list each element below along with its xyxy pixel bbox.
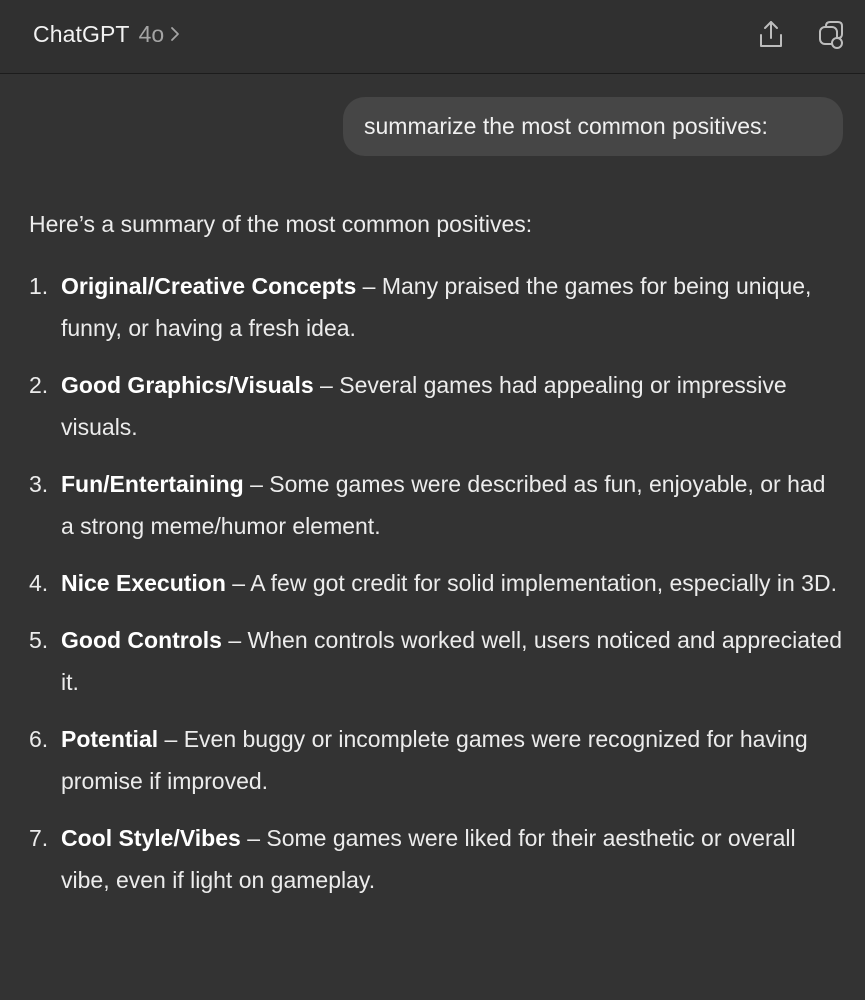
list-item: 6. Potential – Even buggy or incomplete g… xyxy=(29,718,844,802)
list-item-number: 5. xyxy=(29,627,49,653)
positives-list: 1. Original/Creative Concepts – Many prai… xyxy=(29,265,844,901)
list-item: 7. Cool Style/Vibes – Some games were lik… xyxy=(29,817,844,901)
app-name: ChatGPT xyxy=(33,20,130,47)
list-item-number: 6. xyxy=(29,726,49,752)
new-chat-icon xyxy=(814,18,846,50)
list-item-title: Fun/Entertaining xyxy=(61,471,244,497)
list-item-number: 7. xyxy=(29,825,49,851)
list-item: 3. Fun/Entertaining – Some games were des… xyxy=(29,463,844,547)
model-selector[interactable]: ChatGPT 4o xyxy=(33,18,181,50)
list-item-title: Good Controls xyxy=(61,627,222,653)
list-item-number: 4. xyxy=(29,570,49,596)
share-icon xyxy=(757,19,785,49)
model-name: 4o xyxy=(138,20,165,47)
list-item: 1. Original/Creative Concepts – Many prai… xyxy=(29,265,844,349)
list-item-title: Original/Creative Concepts xyxy=(61,273,357,299)
list-item-title: Nice Execution xyxy=(61,570,226,596)
list-item: 4. Nice Execution – A few got credit for … xyxy=(29,562,844,604)
list-item-title: Good Graphics/Visuals xyxy=(61,372,314,398)
chevron-right-icon xyxy=(169,25,181,43)
list-item-number: 2. xyxy=(29,372,49,398)
list-item-number: 3. xyxy=(29,471,49,497)
assistant-intro: Here’s a summary of the most common posi… xyxy=(29,211,533,237)
list-item-title: Potential xyxy=(61,726,159,752)
list-item-title: Cool Style/Vibes xyxy=(61,825,241,851)
list-item-text: – A few got credit for solid implementat… xyxy=(225,570,837,596)
assistant-message: Here’s a summary of the most common posi… xyxy=(29,203,844,901)
list-item: 5. Good Controls – When controls worked w… xyxy=(29,619,844,703)
user-message-text: summarize the most common positives: xyxy=(364,113,768,139)
share-button[interactable] xyxy=(754,17,788,51)
new-chat-button[interactable] xyxy=(813,17,847,51)
user-message-bubble: summarize the most common positives: xyxy=(343,97,843,156)
list-item: 2. Good Graphics/Visuals – Several games … xyxy=(29,364,844,448)
top-bar: ChatGPT 4o xyxy=(0,0,865,74)
list-item-number: 1. xyxy=(29,273,49,299)
list-item-text: – Even buggy or incomplete games were re… xyxy=(61,726,808,794)
